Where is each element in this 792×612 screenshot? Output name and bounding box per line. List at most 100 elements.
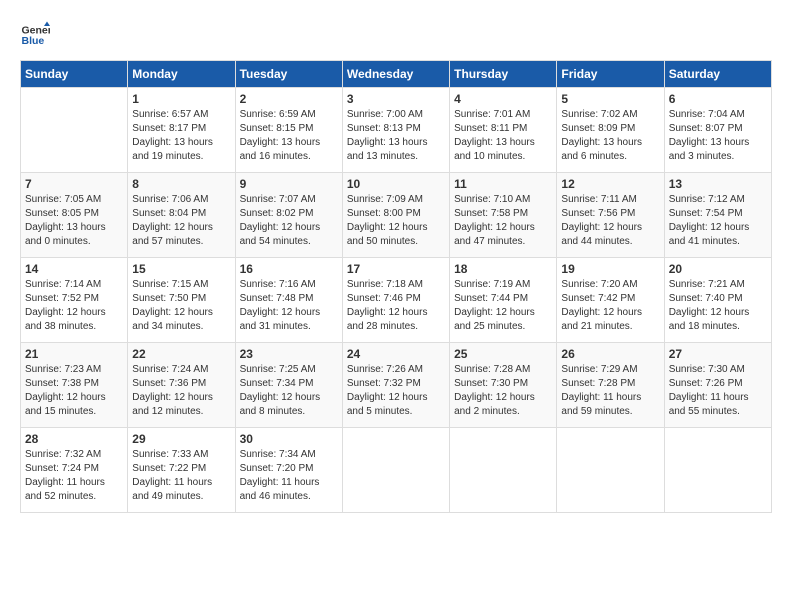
column-header-sunday: Sunday xyxy=(21,61,128,88)
day-content: Sunrise: 7:12 AM Sunset: 7:54 PM Dayligh… xyxy=(669,193,767,249)
day-content: Sunrise: 7:05 AM Sunset: 8:05 PM Dayligh… xyxy=(25,193,123,249)
day-content: Sunrise: 7:10 AM Sunset: 7:58 PM Dayligh… xyxy=(454,193,552,249)
day-number: 8 xyxy=(132,177,230,191)
day-content: Sunrise: 7:21 AM Sunset: 7:40 PM Dayligh… xyxy=(669,278,767,334)
svg-text:Blue: Blue xyxy=(22,35,45,47)
day-number: 11 xyxy=(454,177,552,191)
day-content: Sunrise: 7:29 AM Sunset: 7:28 PM Dayligh… xyxy=(561,363,659,419)
day-content: Sunrise: 7:26 AM Sunset: 7:32 PM Dayligh… xyxy=(347,363,445,419)
day-cell: 28 Sunrise: 7:32 AM Sunset: 7:24 PM Dayli… xyxy=(21,428,128,513)
day-number: 13 xyxy=(669,177,767,191)
day-cell: 14Sunrise: 7:14 AM Sunset: 7:52 PM Dayli… xyxy=(21,258,128,343)
day-number: 5 xyxy=(561,92,659,106)
day-content: Sunrise: 7:16 AM Sunset: 7:48 PM Dayligh… xyxy=(240,278,338,334)
day-number: 2 xyxy=(240,92,338,106)
week-row-3: 14Sunrise: 7:14 AM Sunset: 7:52 PM Dayli… xyxy=(21,258,772,343)
day-number: 12 xyxy=(561,177,659,191)
day-cell: 25 Sunrise: 7:28 AM Sunset: 7:30 PM Dayli… xyxy=(450,343,557,428)
day-cell: 27 Sunrise: 7:30 AM Sunset: 7:26 PM Dayli… xyxy=(664,343,771,428)
logo-icon: General Blue xyxy=(20,20,50,50)
day-number: 9 xyxy=(240,177,338,191)
day-content: Sunrise: 7:00 AM Sunset: 8:13 PM Dayligh… xyxy=(347,108,445,164)
day-content: Sunrise: 7:06 AM Sunset: 8:04 PM Dayligh… xyxy=(132,193,230,249)
day-number: 10 xyxy=(347,177,445,191)
day-number: 20 xyxy=(669,262,767,276)
day-content: Sunrise: 7:09 AM Sunset: 8:00 PM Dayligh… xyxy=(347,193,445,249)
day-cell: 8 Sunrise: 7:06 AM Sunset: 8:04 PM Daylig… xyxy=(128,173,235,258)
day-cell xyxy=(21,88,128,173)
day-cell: 9Sunrise: 7:07 AM Sunset: 8:02 PM Daylig… xyxy=(235,173,342,258)
day-number: 17 xyxy=(347,262,445,276)
day-number: 28 xyxy=(25,432,123,446)
day-content: Sunrise: 6:57 AM Sunset: 8:17 PM Dayligh… xyxy=(132,108,230,164)
day-cell: 12 Sunrise: 7:11 AM Sunset: 7:56 PM Dayli… xyxy=(557,173,664,258)
day-content: Sunrise: 7:02 AM Sunset: 8:09 PM Dayligh… xyxy=(561,108,659,164)
day-content: Sunrise: 7:32 AM Sunset: 7:24 PM Dayligh… xyxy=(25,448,123,504)
day-number: 26 xyxy=(561,347,659,361)
day-cell: 16 Sunrise: 7:16 AM Sunset: 7:48 PM Dayli… xyxy=(235,258,342,343)
day-cell: 13 Sunrise: 7:12 AM Sunset: 7:54 PM Dayli… xyxy=(664,173,771,258)
day-number: 22 xyxy=(132,347,230,361)
day-cell: 22 Sunrise: 7:24 AM Sunset: 7:36 PM Dayli… xyxy=(128,343,235,428)
day-number: 14 xyxy=(25,262,123,276)
day-cell xyxy=(664,428,771,513)
day-number: 21 xyxy=(25,347,123,361)
day-number: 16 xyxy=(240,262,338,276)
day-cell: 29 Sunrise: 7:33 AM Sunset: 7:22 PM Dayli… xyxy=(128,428,235,513)
day-number: 30 xyxy=(240,432,338,446)
logo: General Blue xyxy=(20,20,54,50)
day-cell: 4Sunrise: 7:01 AM Sunset: 8:11 PM Daylig… xyxy=(450,88,557,173)
day-number: 6 xyxy=(669,92,767,106)
day-number: 19 xyxy=(561,262,659,276)
day-content: Sunrise: 7:19 AM Sunset: 7:44 PM Dayligh… xyxy=(454,278,552,334)
day-content: Sunrise: 7:15 AM Sunset: 7:50 PM Dayligh… xyxy=(132,278,230,334)
week-row-5: 28 Sunrise: 7:32 AM Sunset: 7:24 PM Dayli… xyxy=(21,428,772,513)
day-cell: 23 Sunrise: 7:25 AM Sunset: 7:34 PM Dayli… xyxy=(235,343,342,428)
day-content: Sunrise: 7:28 AM Sunset: 7:30 PM Dayligh… xyxy=(454,363,552,419)
day-content: Sunrise: 7:33 AM Sunset: 7:22 PM Dayligh… xyxy=(132,448,230,504)
day-number: 25 xyxy=(454,347,552,361)
day-number: 1 xyxy=(132,92,230,106)
day-number: 29 xyxy=(132,432,230,446)
week-row-1: 1 Sunrise: 6:57 AM Sunset: 8:17 PM Daylig… xyxy=(21,88,772,173)
day-cell: 10 Sunrise: 7:09 AM Sunset: 8:00 PM Dayli… xyxy=(342,173,449,258)
day-content: Sunrise: 7:24 AM Sunset: 7:36 PM Dayligh… xyxy=(132,363,230,419)
day-content: Sunrise: 7:23 AM Sunset: 7:38 PM Dayligh… xyxy=(25,363,123,419)
day-cell: 15 Sunrise: 7:15 AM Sunset: 7:50 PM Dayli… xyxy=(128,258,235,343)
day-number: 27 xyxy=(669,347,767,361)
day-cell: 19 Sunrise: 7:20 AM Sunset: 7:42 PM Dayli… xyxy=(557,258,664,343)
day-content: Sunrise: 7:18 AM Sunset: 7:46 PM Dayligh… xyxy=(347,278,445,334)
day-cell: 6Sunrise: 7:04 AM Sunset: 8:07 PM Daylig… xyxy=(664,88,771,173)
day-cell: 17 Sunrise: 7:18 AM Sunset: 7:46 PM Dayli… xyxy=(342,258,449,343)
day-cell: 5 Sunrise: 7:02 AM Sunset: 8:09 PM Daylig… xyxy=(557,88,664,173)
day-cell: 24 Sunrise: 7:26 AM Sunset: 7:32 PM Dayli… xyxy=(342,343,449,428)
week-row-4: 21 Sunrise: 7:23 AM Sunset: 7:38 PM Dayli… xyxy=(21,343,772,428)
column-header-saturday: Saturday xyxy=(664,61,771,88)
column-header-wednesday: Wednesday xyxy=(342,61,449,88)
day-cell: 2Sunrise: 6:59 AM Sunset: 8:15 PM Daylig… xyxy=(235,88,342,173)
day-number: 4 xyxy=(454,92,552,106)
page-header: General Blue xyxy=(20,20,772,50)
day-content: Sunrise: 7:25 AM Sunset: 7:34 PM Dayligh… xyxy=(240,363,338,419)
day-number: 24 xyxy=(347,347,445,361)
column-header-tuesday: Tuesday xyxy=(235,61,342,88)
day-cell: 7 Sunrise: 7:05 AM Sunset: 8:05 PM Daylig… xyxy=(21,173,128,258)
header-row: SundayMondayTuesdayWednesdayThursdayFrid… xyxy=(21,61,772,88)
day-cell: 30 Sunrise: 7:34 AM Sunset: 7:20 PM Dayli… xyxy=(235,428,342,513)
day-cell: 18Sunrise: 7:19 AM Sunset: 7:44 PM Dayli… xyxy=(450,258,557,343)
day-content: Sunrise: 7:20 AM Sunset: 7:42 PM Dayligh… xyxy=(561,278,659,334)
day-cell xyxy=(342,428,449,513)
day-cell: 26 Sunrise: 7:29 AM Sunset: 7:28 PM Dayli… xyxy=(557,343,664,428)
day-content: Sunrise: 7:34 AM Sunset: 7:20 PM Dayligh… xyxy=(240,448,338,504)
day-number: 15 xyxy=(132,262,230,276)
day-content: Sunrise: 7:11 AM Sunset: 7:56 PM Dayligh… xyxy=(561,193,659,249)
day-number: 7 xyxy=(25,177,123,191)
day-cell: 20 Sunrise: 7:21 AM Sunset: 7:40 PM Dayli… xyxy=(664,258,771,343)
column-header-thursday: Thursday xyxy=(450,61,557,88)
day-number: 23 xyxy=(240,347,338,361)
day-content: Sunrise: 7:30 AM Sunset: 7:26 PM Dayligh… xyxy=(669,363,767,419)
column-header-monday: Monday xyxy=(128,61,235,88)
day-cell: 21 Sunrise: 7:23 AM Sunset: 7:38 PM Dayli… xyxy=(21,343,128,428)
day-cell: 1 Sunrise: 6:57 AM Sunset: 8:17 PM Daylig… xyxy=(128,88,235,173)
day-cell: 11 Sunrise: 7:10 AM Sunset: 7:58 PM Dayli… xyxy=(450,173,557,258)
